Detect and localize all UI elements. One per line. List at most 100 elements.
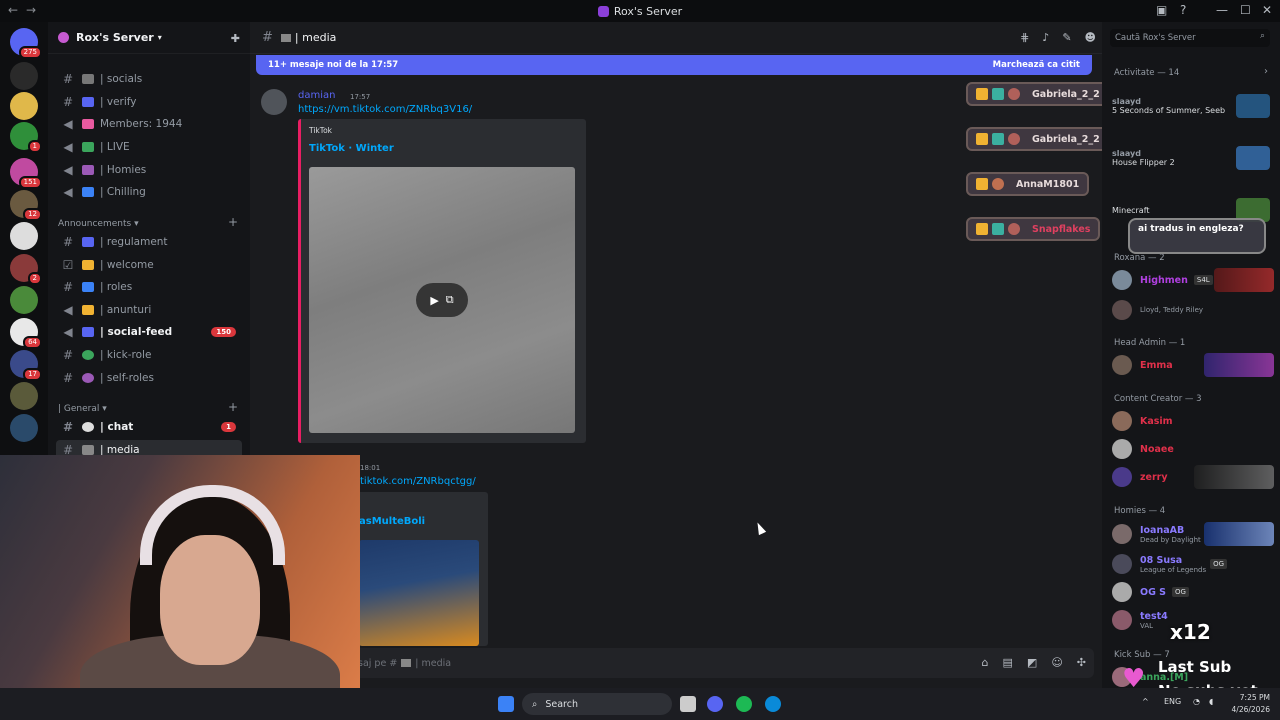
start-button[interactable] [498, 696, 514, 712]
server-icon[interactable]: 1 [10, 122, 42, 153]
mark-read-button[interactable]: Marchează ca citit [993, 60, 1080, 70]
server-header[interactable]: Rox's Server ▾ ✚ [48, 22, 250, 54]
server-badge: 17 [23, 368, 42, 381]
channel-regulament[interactable]: # | regulament [56, 232, 242, 252]
add-channel-icon[interactable]: + [228, 400, 238, 414]
video-thumbnail[interactable]: ▶ ⧉ [309, 167, 575, 433]
member-item[interactable]: Noaee [1112, 437, 1274, 461]
member-item[interactable]: 08 Susa League of Legends OG [1112, 552, 1274, 576]
chevron-right-icon[interactable]: › [1264, 66, 1268, 77]
server-icon[interactable] [10, 222, 38, 250]
channel-anunturi[interactable]: ◀ | anunturi [56, 300, 242, 320]
avatar[interactable] [261, 89, 287, 115]
gif-icon[interactable]: ▤ [1003, 656, 1013, 669]
gift-icon[interactable]: ⌂ [982, 656, 989, 669]
add-channel-icon[interactable]: + [228, 215, 238, 229]
category-general[interactable]: | General ▾ [58, 404, 107, 414]
avatar [1008, 88, 1020, 100]
multiplier-text: x12 [1170, 620, 1211, 644]
file-explorer-icon[interactable] [680, 696, 696, 712]
video-thumbnail[interactable] [359, 540, 479, 646]
member-item[interactable]: zerry [1112, 465, 1274, 489]
play-button[interactable]: ▶ ⧉ [416, 283, 468, 317]
tray-chevron-icon[interactable]: ^ [1142, 697, 1149, 706]
channel-roles[interactable]: # | roles [56, 277, 242, 297]
member-item[interactable]: Kasim [1112, 409, 1274, 433]
mute-icon[interactable]: ♪ [1042, 31, 1049, 44]
server-icon[interactable]: 2 [10, 254, 42, 285]
clock[interactable]: 7:25 PM 4/26/2026 [1232, 692, 1270, 716]
server-icon[interactable] [10, 62, 38, 90]
inbox-icon[interactable]: ▣ [1156, 3, 1167, 17]
nav-arrows-icon[interactable]: ←→ [8, 3, 44, 17]
member-item[interactable]: Emma [1112, 353, 1274, 377]
embed-title[interactable]: asMulteBoli [359, 516, 425, 527]
channel-self-roles[interactable]: # | self-roles [56, 368, 242, 388]
channel-members[interactable]: ◀ Members: 1944 [56, 114, 242, 134]
server-icon[interactable]: 17 [10, 350, 42, 381]
avatar [1112, 467, 1132, 487]
category-announcements[interactable]: Announcements ▾ [58, 219, 139, 229]
clock-time: 7:25 PM [1239, 693, 1270, 702]
server-icon[interactable]: 12 [10, 190, 42, 221]
unread-badge: 150 [211, 327, 236, 337]
guild-tag: OG [1210, 559, 1228, 569]
member-item[interactable]: slaayd 5 Seconds of Summer, Seeb [1112, 94, 1274, 118]
pin-icon[interactable]: ✎ [1062, 31, 1071, 44]
add-member-icon[interactable]: ✚ [231, 32, 240, 45]
help-icon[interactable]: ? [1180, 3, 1186, 17]
channel-socials[interactable]: # | socials [56, 69, 242, 89]
server-icon[interactable]: 151 [10, 158, 42, 189]
maximize-icon[interactable]: ☐ [1240, 3, 1251, 17]
server-badge: 1 [27, 140, 42, 153]
message-link[interactable]: https://vm.tiktok.com/ZNRbq3V16/ [298, 104, 472, 115]
member-item[interactable]: OG S OG [1112, 580, 1274, 604]
apps-icon[interactable]: ✣ [1077, 656, 1086, 669]
channel-homies[interactable]: ◀ | Homies [56, 160, 242, 180]
embed-title[interactable]: TikTok · Winter [309, 143, 394, 154]
message-author[interactable]: damian [298, 90, 335, 101]
threads-icon[interactable]: ⋕ [1020, 31, 1029, 44]
close-icon[interactable]: ✕ [1262, 3, 1272, 17]
server-icon[interactable] [10, 286, 38, 314]
message-input[interactable]: saj pe # | media ⌂ ▤ ◩ ☺ ✣ [258, 648, 1094, 678]
taskbar-search[interactable]: ⌕ Search [522, 693, 672, 715]
server-icon[interactable]: 64 [10, 318, 42, 349]
channel-label: | socials [100, 73, 143, 85]
member-item[interactable]: IoanaAB Dead by Daylight [1112, 522, 1274, 546]
search-input[interactable]: Caută Rox's Server ⌕ [1110, 29, 1270, 47]
spotify-icon[interactable] [736, 696, 752, 712]
channel-chilling[interactable]: ◀ | Chilling [56, 182, 242, 202]
new-messages-bar[interactable]: 11+ mesaje noi de la 17:57 Marchează ca … [256, 55, 1092, 75]
channel-verify[interactable]: # | verify [56, 92, 242, 112]
badge-icon [992, 133, 1004, 145]
volume-icon[interactable]: ◖ [1209, 697, 1213, 706]
channel-kick-role[interactable]: # | kick-role [56, 345, 242, 365]
channel-label: | Chilling [100, 186, 146, 198]
emoji-icon[interactable]: ☺ [1051, 656, 1062, 669]
server-icon[interactable] [10, 382, 38, 410]
message-link[interactable]: tiktok.com/ZNRbqctgg/ [360, 476, 476, 487]
member-item[interactable]: Lloyd, Teddy Riley [1112, 298, 1274, 322]
activity-text: 5 Seconds of Summer, Seeb [1112, 106, 1226, 115]
language-indicator[interactable]: ENG [1164, 697, 1181, 706]
channel-live[interactable]: ◀ | LIVE [56, 137, 242, 157]
direct-messages-button[interactable]: 275 [10, 28, 42, 59]
channel-label: | self-roles [100, 372, 154, 384]
channel-welcome[interactable]: ☑ | welcome [56, 255, 242, 275]
profile-banner [1204, 522, 1274, 546]
member-item[interactable]: Highmen S4L [1112, 268, 1274, 292]
server-icon[interactable] [10, 414, 38, 442]
member-item[interactable]: slaayd House Flipper 2 [1112, 146, 1274, 170]
minimize-icon[interactable]: — [1216, 3, 1228, 17]
channel-chat[interactable]: # | chat 1 [56, 417, 242, 437]
members-icon[interactable]: ☻ [1085, 31, 1096, 44]
edge-icon[interactable] [765, 696, 781, 712]
wifi-icon[interactable]: ◔ [1193, 697, 1200, 706]
sticker-icon[interactable]: ◩ [1027, 656, 1037, 669]
server-badge: 2 [27, 272, 42, 285]
camera-icon [82, 445, 94, 455]
discord-icon[interactable] [707, 696, 723, 712]
channel-social-feed[interactable]: ◀ | social-feed 150 [56, 322, 242, 342]
server-icon[interactable] [10, 92, 38, 120]
